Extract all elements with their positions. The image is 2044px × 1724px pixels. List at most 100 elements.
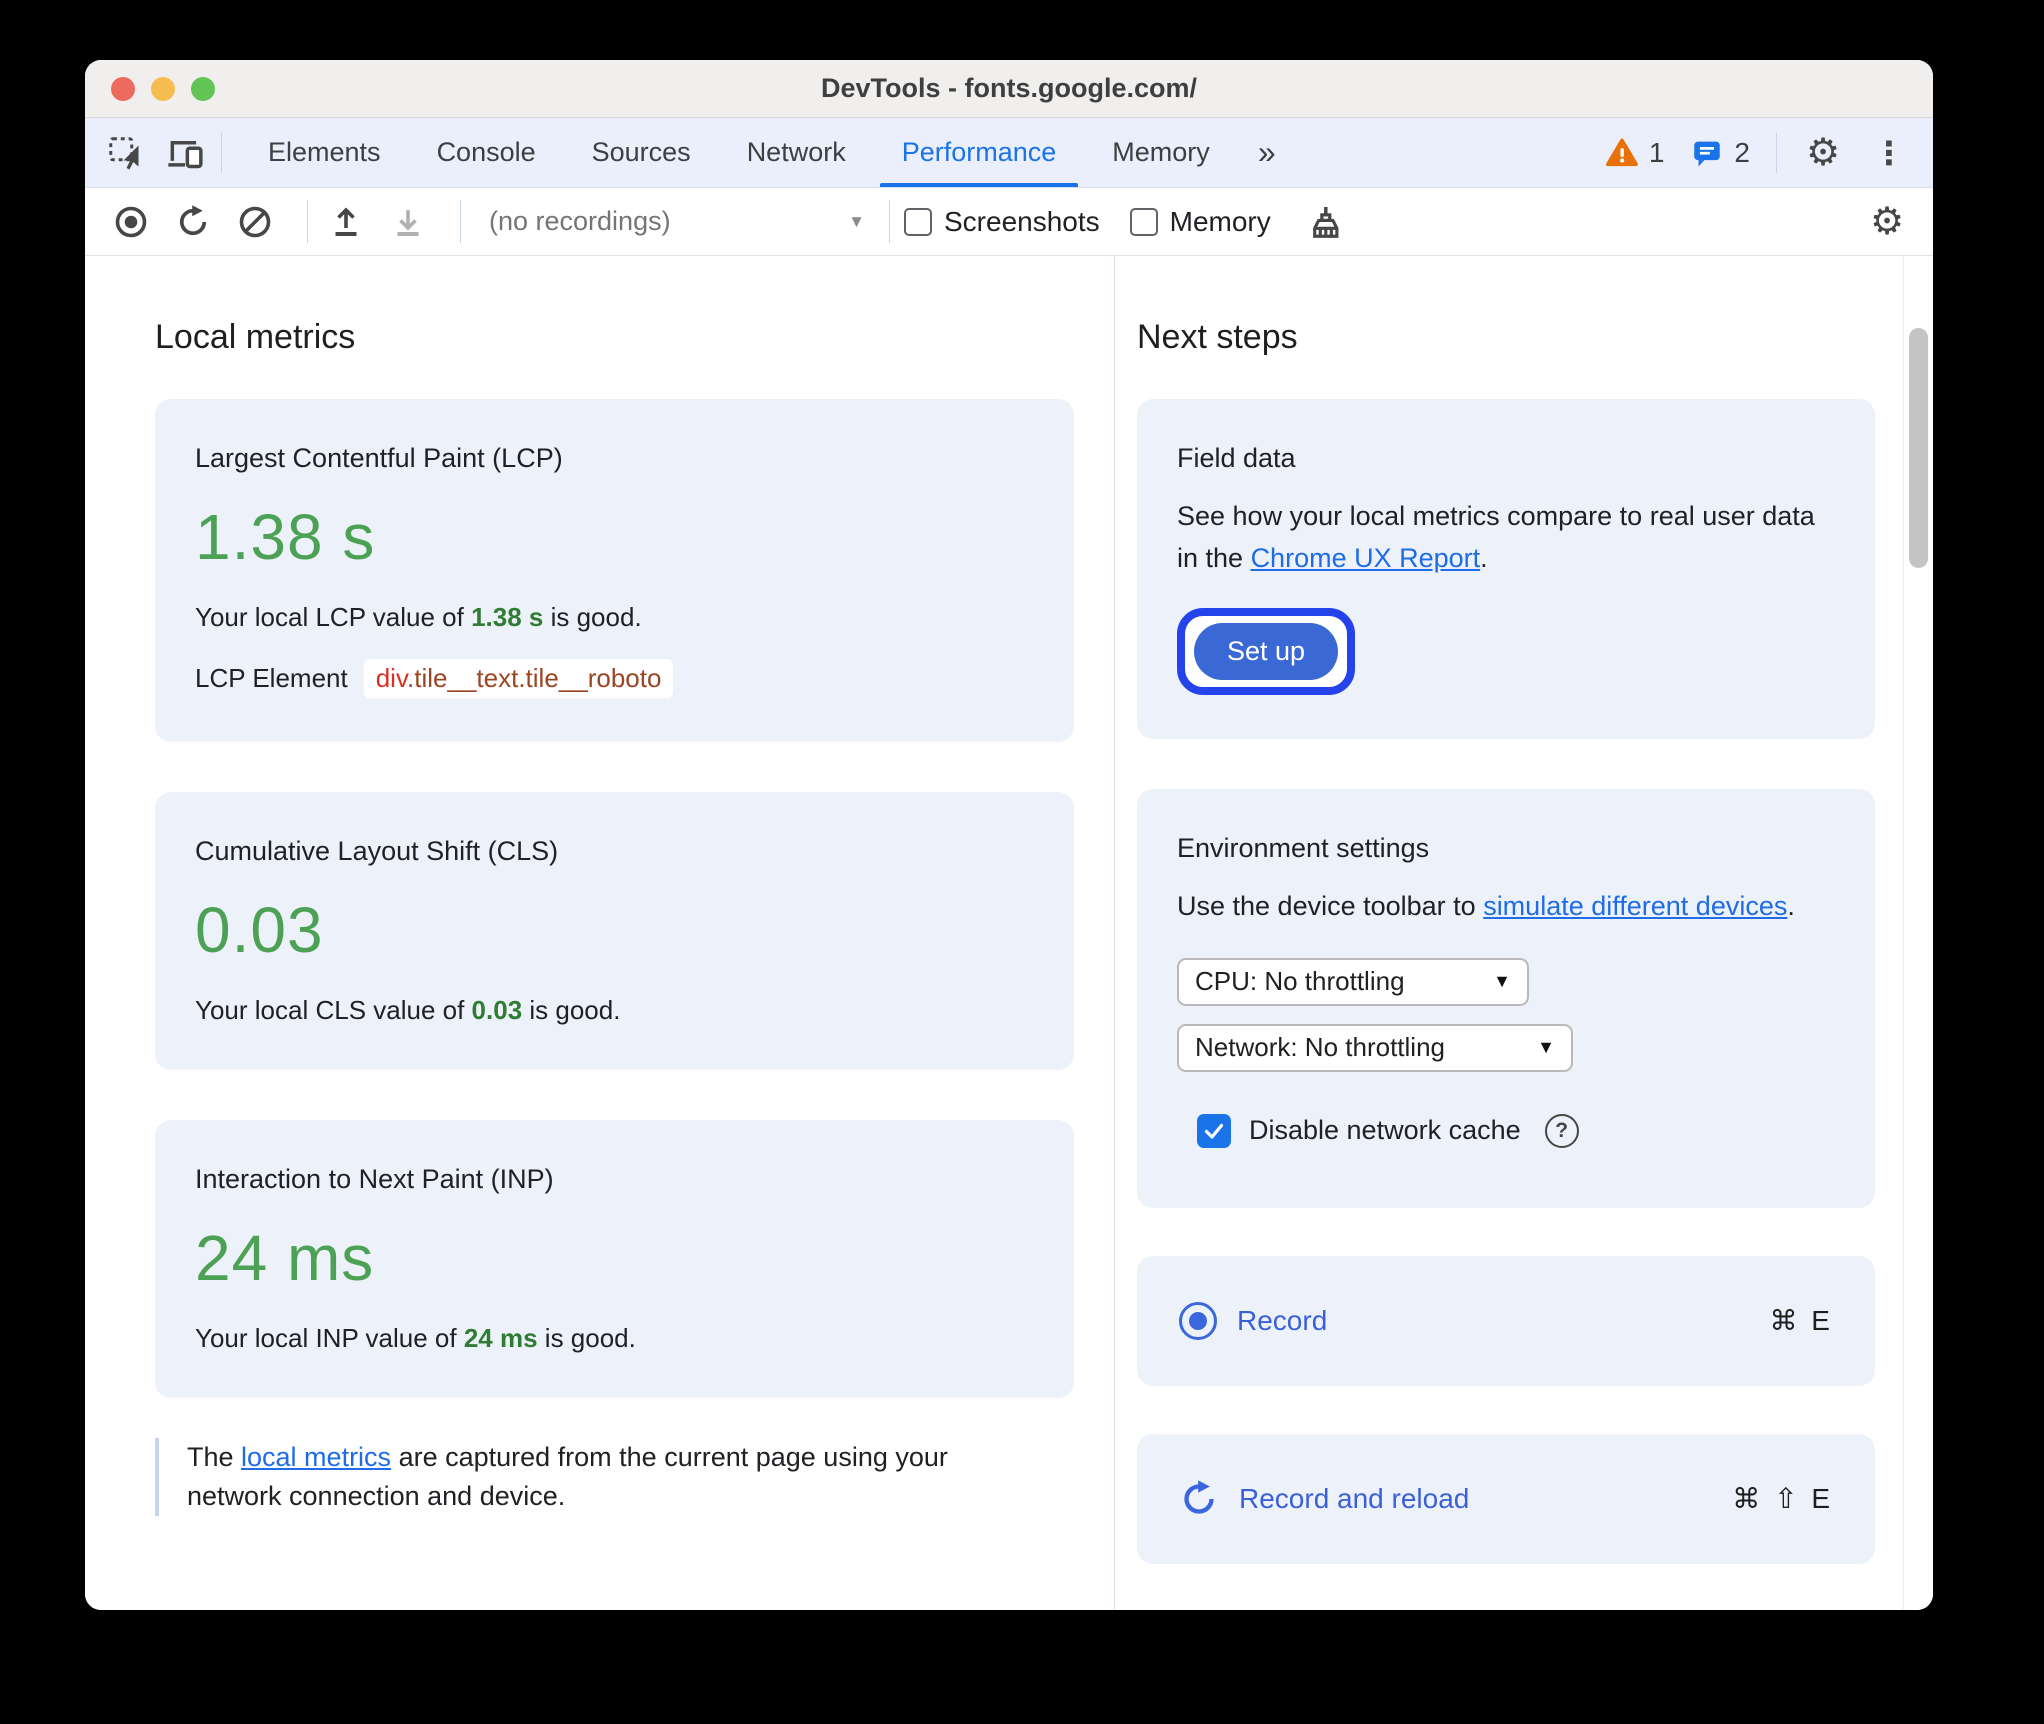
settings-gear-icon[interactable]: ⚙ [1797, 127, 1849, 179]
warning-count: 1 [1648, 136, 1665, 168]
record-reload-action-label: Record and reload [1239, 1482, 1470, 1514]
recordings-dropdown-value: (no recordings) [489, 206, 671, 236]
screenshots-toggle[interactable]: Screenshots [904, 206, 1100, 238]
local-metrics-link[interactable]: local metrics [241, 1442, 391, 1472]
warnings-badge[interactable]: 1 [1599, 136, 1671, 170]
tab-elements[interactable]: Elements [240, 118, 409, 187]
panel-tabs: Elements Console Sources Network Perform… [240, 118, 1296, 187]
tab-network[interactable]: Network [719, 118, 874, 187]
collect-garbage-icon[interactable] [1301, 198, 1349, 246]
performance-panel-content: Local metrics Largest Contentful Paint (… [85, 256, 1933, 1610]
warning-icon [1605, 137, 1638, 166]
performance-settings-gear-icon[interactable]: ⚙ [1861, 196, 1913, 248]
issues-badge[interactable]: 2 [1684, 136, 1756, 170]
tab-performance[interactable]: Performance [874, 118, 1085, 187]
record-shortcut: ⌘ E [1769, 1305, 1833, 1337]
divider [221, 132, 222, 173]
divider [460, 200, 461, 243]
check-icon [1204, 1123, 1224, 1139]
cpu-throttling-value: CPU: No throttling [1195, 966, 1405, 997]
environment-desc-prefix: Use the device toolbar to [1177, 890, 1484, 921]
divider [889, 200, 890, 243]
screenshots-label: Screenshots [944, 205, 1100, 237]
record-action-label: Record [1237, 1304, 1328, 1336]
lcp-description: Your local LCP value of 1.38 s is good. [195, 602, 1034, 633]
chrome-ux-report-link[interactable]: Chrome UX Report [1251, 543, 1481, 573]
memory-toggle[interactable]: Memory [1129, 205, 1271, 238]
record-blue-icon [1179, 1301, 1217, 1340]
memory-label: Memory [1169, 205, 1271, 237]
chevron-down-icon: ▼ [1493, 971, 1511, 992]
inp-card: Interaction to Next Paint (INP) 24 ms Yo… [155, 1120, 1074, 1398]
devtools-tab-bar: Elements Console Sources Network Perform… [85, 118, 1933, 188]
lcp-element-tag: div [375, 663, 408, 693]
title-bar: DevTools - fonts.google.com/ [85, 60, 1933, 118]
field-data-description: See how your local metrics compare to re… [1177, 496, 1835, 580]
scrollbar-track[interactable] [1903, 256, 1933, 1610]
cls-title: Cumulative Layout Shift (CLS) [195, 836, 559, 866]
environment-desc-suffix: . [1787, 890, 1795, 921]
clear-icon[interactable] [231, 198, 279, 246]
disable-cache-label: Disable network cache [1249, 1115, 1521, 1146]
reload-record-icon[interactable] [169, 198, 217, 246]
screenshots-checkbox[interactable] [904, 207, 932, 236]
network-throttling-value: Network: No throttling [1195, 1032, 1445, 1063]
setup-button-focus-ring: Set up [1177, 607, 1356, 695]
lcp-desc-prefix: Your local LCP value of [195, 602, 472, 632]
kebab-menu-icon[interactable]: ⋮ [1863, 127, 1915, 179]
inp-desc-suffix: is good. [537, 1323, 636, 1353]
disable-cache-row: Disable network cache ? [1197, 1113, 1835, 1148]
setup-button[interactable]: Set up [1194, 622, 1339, 680]
record-reload-shortcut: ⌘ ⇧ E [1732, 1483, 1833, 1515]
cls-card: Cumulative Layout Shift (CLS) 0.03 Your … [155, 792, 1074, 1070]
cls-value: 0.03 [195, 894, 324, 966]
lcp-element-classes: .tile__text.tile__roboto [407, 663, 662, 693]
cls-desc-value: 0.03 [471, 995, 523, 1025]
divider [1776, 132, 1777, 173]
lcp-desc-suffix: is good. [543, 602, 642, 632]
lcp-element-node-link[interactable]: div.tile__text.tile__roboto [363, 659, 674, 698]
upload-profile-icon[interactable] [322, 198, 370, 246]
footnote-prefix: The [187, 1442, 242, 1472]
cls-desc-suffix: is good. [522, 995, 621, 1025]
device-toolbar-icon[interactable] [159, 127, 211, 179]
reload-blue-icon [1184, 1479, 1214, 1514]
environment-settings-description: Use the device toolbar to simulate diffe… [1177, 886, 1835, 928]
inp-desc-value: 24 ms [463, 1323, 538, 1353]
simulate-devices-link[interactable]: simulate different devices [1483, 891, 1787, 921]
lcp-desc-value: 1.38 s [471, 602, 544, 632]
disable-cache-checkbox[interactable] [1197, 1113, 1231, 1148]
inp-description: Your local INP value of 24 ms is good. [195, 1323, 1034, 1354]
field-data-card: Field data See how your local metrics co… [1137, 399, 1875, 739]
devtools-window: DevTools - fonts.google.com/ Elements Co… [85, 60, 1933, 1610]
window-title: DevTools - fonts.google.com/ [820, 73, 1197, 103]
lcp-element-row: LCP Element div.tile__text.tile__roboto [195, 659, 1034, 698]
record-icon[interactable] [107, 198, 155, 246]
tab-console[interactable]: Console [409, 118, 564, 187]
memory-checkbox[interactable] [1129, 207, 1158, 236]
recordings-dropdown[interactable]: (no recordings) ▼ [475, 198, 875, 246]
inp-title: Interaction to Next Paint (INP) [195, 1164, 554, 1194]
inspect-element-icon[interactable] [99, 127, 151, 179]
tab-memory[interactable]: Memory [1084, 118, 1238, 187]
download-profile-icon [384, 198, 432, 246]
tab-sources[interactable]: Sources [564, 118, 719, 187]
divider [307, 200, 308, 243]
cls-description: Your local CLS value of 0.03 is good. [195, 995, 1034, 1026]
scrollbar-thumb[interactable] [1909, 328, 1928, 568]
cpu-throttling-select[interactable]: CPU: No throttling ▼ [1177, 957, 1529, 1006]
inp-desc-prefix: Your local INP value of [195, 1323, 464, 1353]
chevron-down-icon: ▼ [1537, 1037, 1555, 1058]
lcp-card: Largest Contentful Paint (LCP) 1.38 s Yo… [155, 399, 1074, 742]
next-steps-column: Next steps Field data See how your local… [1115, 256, 1933, 1610]
record-reload-action-card[interactable]: Record and reload ⌘ ⇧ E [1137, 1433, 1875, 1564]
help-icon[interactable]: ? [1544, 1113, 1579, 1148]
lcp-element-label: LCP Element [195, 663, 348, 693]
performance-toolbar: (no recordings) ▼ Screenshots Memory ⚙ [85, 188, 1933, 256]
network-throttling-select[interactable]: Network: No throttling ▼ [1177, 1023, 1573, 1072]
inp-value: 24 ms [195, 1222, 375, 1294]
local-metrics-heading: Local metrics [155, 318, 356, 356]
more-tabs-button[interactable]: » [1238, 118, 1296, 187]
message-icon [1694, 141, 1721, 166]
record-action-card[interactable]: Record ⌘ E [1137, 1255, 1875, 1386]
